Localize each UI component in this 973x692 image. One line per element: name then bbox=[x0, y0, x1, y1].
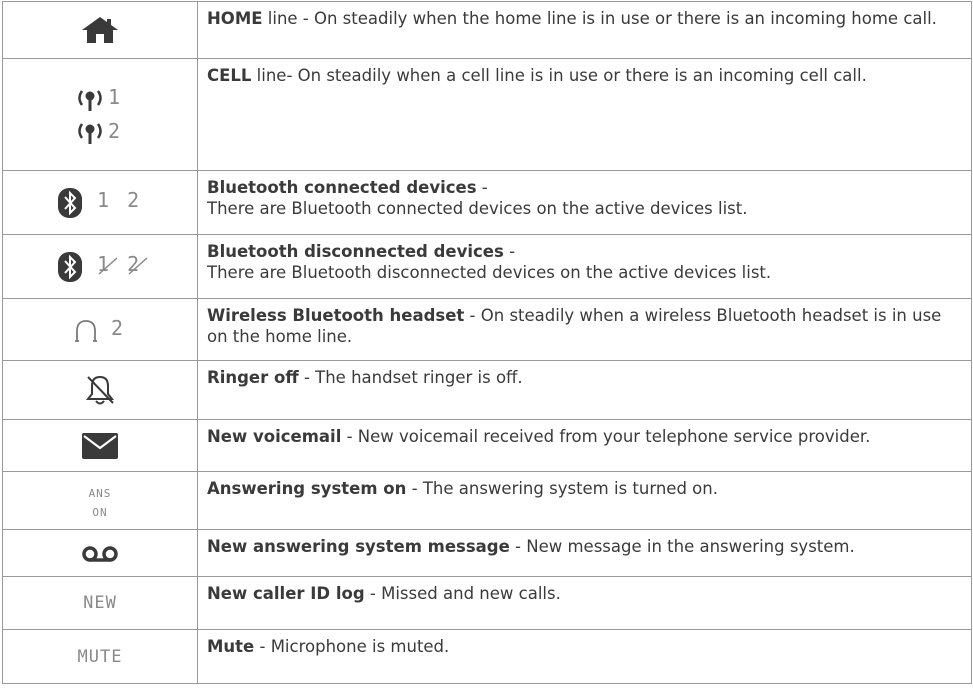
table-row: Ringer off - The handset ringer is off. bbox=[2, 360, 972, 420]
line-number: 1 bbox=[108, 85, 124, 109]
table-row: New voicemail - New voicemail received f… bbox=[2, 419, 972, 472]
description-cell: HOME line - On steadily when the home li… bbox=[197, 1, 972, 59]
table-row: HOME line - On steadily when the home li… bbox=[2, 1, 972, 59]
envelope-icon bbox=[82, 432, 118, 459]
description-cell: Mute - Microphone is muted. bbox=[197, 629, 972, 684]
description-cell: CELL line- On steadily when a cell line … bbox=[197, 58, 972, 171]
table-row: 2 Wireless Bluetooth headset - On steadi… bbox=[2, 298, 972, 361]
table-row: NEW New caller ID log - Missed and new c… bbox=[2, 576, 972, 630]
icon-cell: 2 bbox=[2, 298, 198, 361]
icon-cell: ANS ON bbox=[2, 471, 198, 530]
description-cell: Ringer off - The handset ringer is off. bbox=[197, 360, 972, 420]
table-row: ANS ON Answering system on - The answeri… bbox=[2, 471, 972, 530]
description-cell: Wireless Bluetooth headset - On steadily… bbox=[197, 298, 972, 361]
icon-cell bbox=[2, 360, 198, 420]
cell-signal-icon bbox=[77, 123, 108, 144]
new-icon: NEW bbox=[83, 593, 117, 613]
bluetooth-icon bbox=[57, 251, 87, 282]
icon-cell bbox=[2, 1, 198, 59]
ringer-off-icon bbox=[85, 375, 115, 405]
description-cell: Answering system on - The answering syst… bbox=[197, 471, 972, 530]
disconnected-numbers: 1 2 bbox=[97, 252, 148, 276]
description-cell: New answering system message - New messa… bbox=[197, 529, 972, 577]
table-row: 1 2 Bluetooth disconnected devices - Ther… bbox=[2, 234, 972, 299]
icon-cell bbox=[2, 419, 198, 472]
icon-cell: MUTE bbox=[2, 629, 198, 684]
description-cell: New caller ID log - Missed and new calls… bbox=[197, 576, 972, 630]
icon-cell: 1 2 bbox=[2, 58, 198, 171]
icon-cell: 1 2 bbox=[2, 170, 198, 235]
icon-legend-table: HOME line - On steadily when the home li… bbox=[2, 1, 972, 684]
icon-cell: NEW bbox=[2, 576, 198, 630]
cell-signal-icon bbox=[77, 89, 108, 111]
table-row: MUTE Mute - Microphone is muted. bbox=[2, 629, 972, 684]
device-numbers: 1 2 bbox=[96, 188, 143, 212]
description-cell: Bluetooth connected devices - There are B… bbox=[197, 170, 972, 235]
home-icon bbox=[82, 17, 118, 43]
ans-on-icon: ANS ON bbox=[88, 486, 112, 519]
icon-cell: 1 2 bbox=[2, 234, 198, 299]
table-row: 1 2 CELL line- On steadily when a cell l… bbox=[2, 58, 972, 171]
description-cell: Bluetooth disconnected devices - There ar… bbox=[197, 234, 972, 299]
table-row: New answering system message - New messa… bbox=[2, 529, 972, 577]
line-number: 2 bbox=[108, 118, 124, 143]
bluetooth-icon bbox=[57, 187, 87, 218]
mute-icon: MUTE bbox=[77, 646, 123, 667]
headset-icon bbox=[74, 319, 103, 342]
tape-icon bbox=[82, 544, 118, 563]
table-row: 1 2 Bluetooth connected devices - There a… bbox=[2, 170, 972, 235]
icon-cell bbox=[2, 529, 198, 577]
headset-number: 2 bbox=[111, 316, 127, 341]
description-cell: New voicemail - New voicemail received f… bbox=[197, 419, 972, 472]
